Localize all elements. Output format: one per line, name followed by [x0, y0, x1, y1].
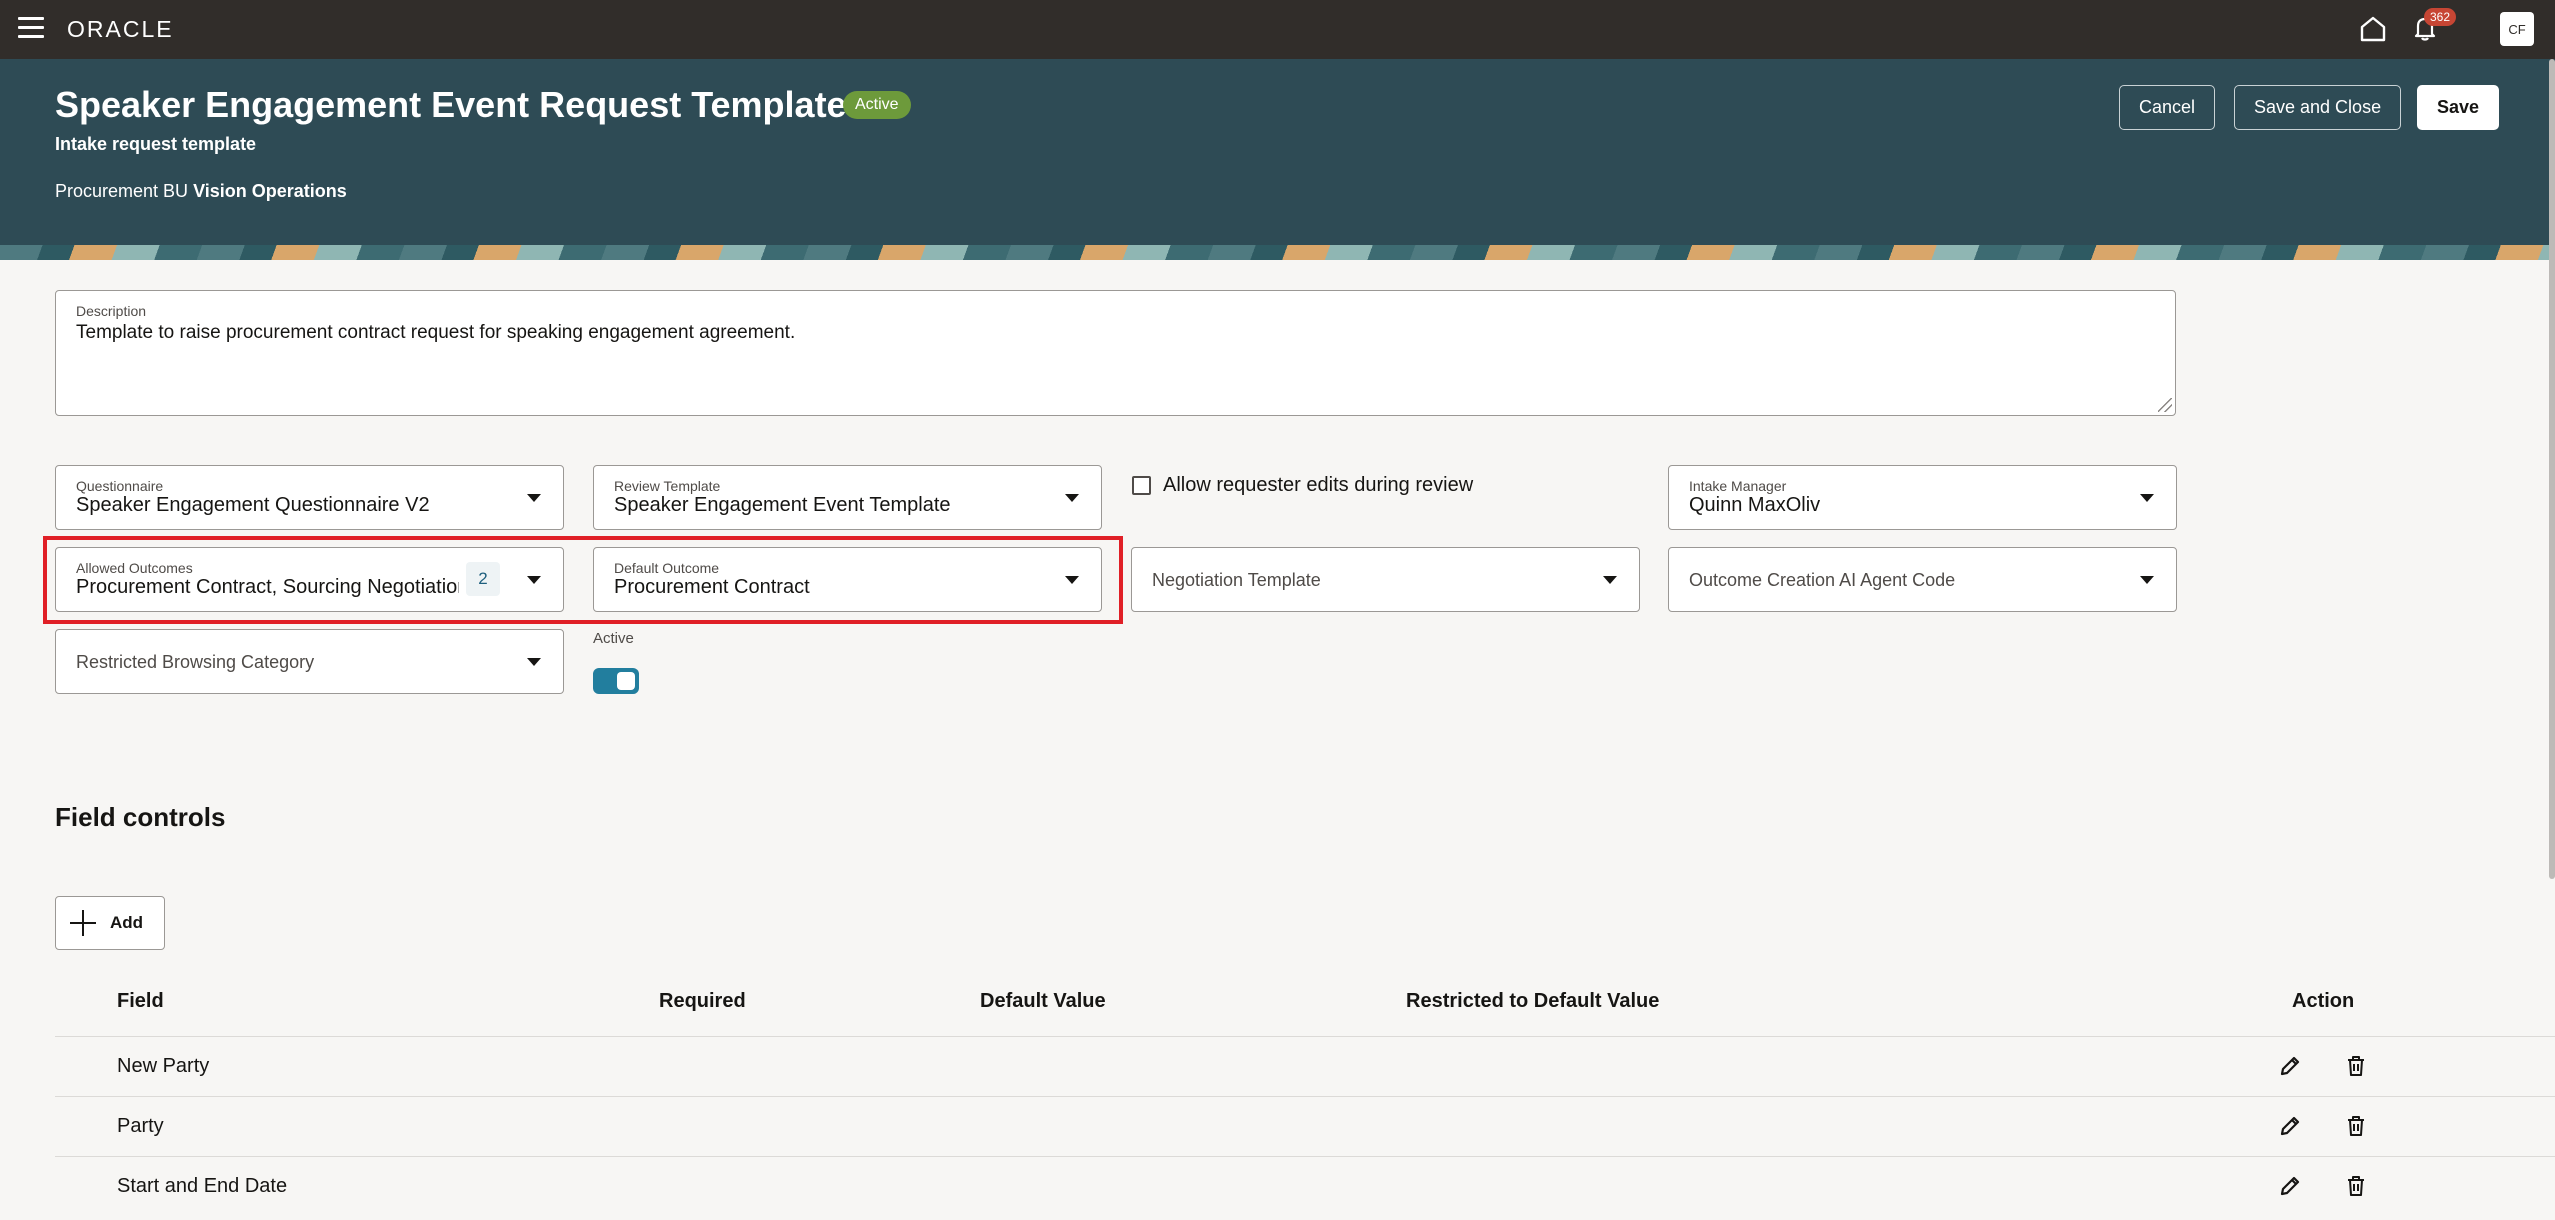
notification-badge: 362: [2424, 8, 2457, 26]
home-icon[interactable]: [2358, 14, 2388, 44]
review-template-label: Review Template: [614, 478, 721, 494]
pencil-icon[interactable]: [2277, 1113, 2303, 1139]
trash-icon[interactable]: [2343, 1113, 2369, 1139]
procurement-bu: Procurement BU Vision Operations: [55, 181, 347, 202]
allow-edits-label: Allow requester edits during review: [1163, 474, 1474, 496]
intake-manager-label: Intake Manager: [1689, 478, 1787, 494]
column-header-restricted: Restricted to Default Value: [1406, 990, 1660, 1012]
save-and-close-button[interactable]: Save and Close: [2234, 85, 2402, 130]
column-header-required: Required: [659, 990, 746, 1012]
questionnaire-select[interactable]: Questionnaire Speaker Engagement Questio…: [55, 465, 564, 530]
description-label: Description: [76, 303, 147, 319]
active-label: Active: [593, 630, 634, 647]
field-cell: Start and End Date: [117, 1175, 288, 1197]
column-header-default-value: Default Value: [980, 990, 1106, 1012]
description-value[interactable]: Template to raise procurement contract r…: [76, 322, 795, 344]
review-template-select[interactable]: Review Template Speaker Engagement Event…: [593, 465, 1102, 530]
status-badge: Active: [843, 91, 911, 119]
intake-manager-value: Quinn MaxOliv: [1689, 494, 1821, 516]
table-row[interactable]: Party: [55, 1096, 2555, 1156]
add-button-label: Add: [110, 913, 144, 932]
column-header-action: Action: [2292, 990, 2355, 1012]
field-cell: New Party: [117, 1055, 210, 1077]
chevron-down-icon[interactable]: [1065, 494, 1079, 502]
restricted-browsing-category-placeholder: Restricted Browsing Category: [76, 652, 315, 672]
chevron-down-icon[interactable]: [527, 658, 541, 666]
review-template-value: Speaker Engagement Event Template: [614, 494, 951, 516]
questionnaire-value: Speaker Engagement Questionnaire V2: [76, 494, 430, 516]
page-header: Speaker Engagement Event Request Templat…: [0, 59, 2555, 260]
header-decorative-pattern: [0, 245, 2555, 260]
intake-manager-select[interactable]: Intake Manager Quinn MaxOliv: [1668, 465, 2177, 530]
add-button[interactable]: Add: [55, 896, 165, 950]
pencil-icon[interactable]: [2277, 1053, 2303, 1079]
top-bar: ORACLE 362 CF: [0, 0, 2555, 59]
procurement-bu-value: Vision Operations: [193, 181, 347, 201]
page-title: Speaker Engagement Event Request Templat…: [55, 84, 847, 125]
cancel-button[interactable]: Cancel: [2119, 85, 2216, 130]
highlight-box: [43, 536, 1123, 624]
oracle-logo: ORACLE: [67, 16, 174, 42]
trash-icon[interactable]: [2343, 1053, 2369, 1079]
section-title: Field controls: [55, 802, 226, 832]
vertical-scrollbar[interactable]: [2549, 59, 2555, 879]
resize-handle-icon[interactable]: [2158, 398, 2172, 412]
negotiation-template-placeholder: Negotiation Template: [1152, 570, 1321, 590]
restricted-browsing-category-select[interactable]: Restricted Browsing Category: [55, 629, 564, 694]
avatar[interactable]: CF: [2500, 12, 2534, 46]
chevron-down-icon[interactable]: [527, 494, 541, 502]
outcome-ai-agent-select[interactable]: Outcome Creation AI Agent Code: [1668, 547, 2177, 612]
pencil-icon[interactable]: [2277, 1173, 2303, 1199]
negotiation-template-select[interactable]: Negotiation Template: [1131, 547, 1640, 612]
description-field[interactable]: Description Template to raise procuremen…: [55, 290, 2176, 416]
toggle-knob: [617, 672, 635, 690]
allow-edits-checkbox[interactable]: Allow requester edits during review: [1132, 474, 1473, 497]
menu-icon[interactable]: [18, 17, 44, 39]
field-cell: Party: [117, 1115, 164, 1137]
table-row[interactable]: New Party: [55, 1036, 2555, 1096]
chevron-down-icon[interactable]: [2140, 494, 2154, 502]
column-header-field: Field: [117, 990, 164, 1012]
chevron-down-icon[interactable]: [1603, 576, 1617, 584]
checkbox-icon[interactable]: [1132, 476, 1151, 495]
save-button[interactable]: Save: [2417, 85, 2500, 130]
procurement-bu-label: Procurement BU: [55, 181, 189, 201]
table-row[interactable]: Start and End Date: [55, 1156, 2555, 1216]
trash-icon[interactable]: [2343, 1173, 2369, 1199]
active-toggle[interactable]: [593, 668, 639, 694]
plus-icon: [70, 910, 96, 936]
questionnaire-label: Questionnaire: [76, 478, 164, 494]
outcome-ai-agent-placeholder: Outcome Creation AI Agent Code: [1689, 570, 1956, 590]
chevron-down-icon[interactable]: [2140, 576, 2154, 584]
page-subtitle: Intake request template: [55, 134, 257, 154]
